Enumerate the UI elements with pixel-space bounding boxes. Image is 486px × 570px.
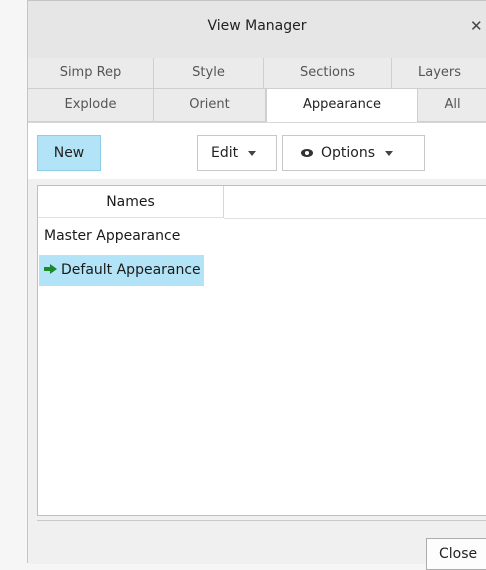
- new-button[interactable]: New: [37, 135, 101, 171]
- active-arrow-icon: [44, 264, 57, 274]
- eye-icon: [301, 149, 313, 157]
- tab-appearance[interactable]: Appearance: [266, 89, 418, 123]
- empty-column-header: [224, 186, 486, 219]
- list-item-default-appearance[interactable]: Default Appearance: [39, 255, 204, 286]
- chevron-down-icon: [385, 150, 394, 156]
- tab-layers[interactable]: Layers: [392, 58, 486, 89]
- window-title: View Manager: [207, 18, 307, 34]
- tab-explode[interactable]: Explode: [28, 89, 154, 122]
- tab-style[interactable]: Style: [154, 58, 264, 89]
- tab-all[interactable]: All: [418, 89, 486, 122]
- names-column-header[interactable]: Names: [38, 186, 224, 218]
- list-item-label: Default Appearance: [61, 262, 201, 278]
- options-button-label: Options: [321, 145, 376, 161]
- tab-orient[interactable]: Orient: [154, 89, 266, 122]
- toolbar: New Edit Options: [28, 122, 486, 179]
- tab-simp-rep[interactable]: Simp Rep: [28, 58, 154, 89]
- list-item-master-appearance[interactable]: Master Appearance: [39, 221, 183, 252]
- footer-divider: [37, 520, 486, 521]
- dialog-footer: Close: [28, 516, 486, 570]
- close-button[interactable]: Close: [426, 538, 486, 570]
- edit-button-label: Edit: [211, 145, 239, 161]
- names-list[interactable]: Names Master Appearance Default Appearan…: [37, 185, 486, 516]
- chevron-down-icon: [248, 150, 257, 156]
- close-icon[interactable]: ✕: [470, 17, 486, 35]
- title-bar[interactable]: View Manager ✕: [28, 1, 486, 59]
- edit-dropdown-button[interactable]: Edit: [197, 135, 277, 171]
- tab-sections[interactable]: Sections: [264, 58, 392, 89]
- view-manager-dialog: View Manager ✕ Simp Rep Style Sections L…: [27, 0, 486, 570]
- list-item-label: Master Appearance: [44, 228, 181, 244]
- tab-strip: Simp Rep Style Sections Layers Explode O…: [28, 58, 486, 123]
- options-dropdown-button[interactable]: Options: [282, 135, 425, 171]
